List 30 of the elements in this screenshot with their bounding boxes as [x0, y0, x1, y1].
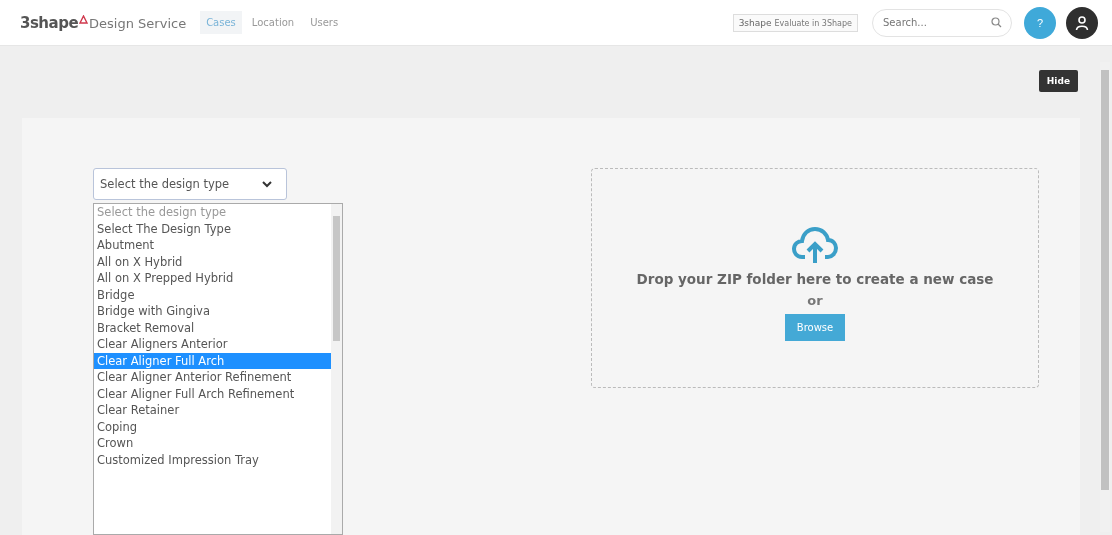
hide-tooltip[interactable]: Hide — [1038, 70, 1078, 92]
logo: 3shape — [20, 13, 79, 32]
dropdown-option[interactable]: Abutment — [94, 237, 331, 254]
chevron-down-icon — [262, 180, 272, 188]
search-icon — [991, 16, 1002, 28]
search-field[interactable]: Search... — [872, 8, 1012, 37]
dropdown-option[interactable]: Clear Aligners Anterior — [94, 336, 331, 353]
drop-zone[interactable]: Drop your ZIP folder here to create a new case or Browse — [591, 168, 1039, 388]
dropdown-option[interactable]: Customized Impression Tray — [94, 451, 331, 468]
scrollbar[interactable] — [331, 204, 342, 534]
user-icon — [1075, 14, 1089, 31]
dropdown-option[interactable]: Bridge — [94, 286, 331, 303]
cloud-upload-icon — [791, 225, 839, 265]
dropdown-option[interactable]: Clear Retainer — [94, 402, 331, 419]
dropdown-option[interactable]: Bridge with Gingiva — [94, 303, 331, 320]
logo-mark-icon — [79, 14, 89, 24]
dropdown-option[interactable]: All on X Hybrid — [94, 253, 331, 270]
dropdown-option[interactable]: Coping — [94, 418, 331, 435]
dropdown-option[interactable]: Clear Aligner Full Arch Refinement — [94, 385, 331, 402]
dropdown-option[interactable]: Select The Design Type — [94, 220, 331, 237]
evaluate-button[interactable]: 3shape Evaluate in 3Shape — [732, 13, 858, 32]
drop-instruction: Drop your ZIP folder here to create a new case — [636, 271, 994, 287]
dropdown-option[interactable]: All on X Prepped Hybrid — [94, 270, 331, 287]
product-name: Design Service — [89, 15, 187, 31]
design-type-select[interactable]: Select the design type — [93, 168, 287, 200]
dropdown-option[interactable]: Bracket Removal — [94, 319, 331, 336]
dropdown-option[interactable]: Clear Aligner Anterior Refinement — [94, 369, 331, 386]
or-label: or — [807, 293, 823, 308]
user-avatar-button[interactable] — [1066, 6, 1098, 39]
dropdown-option[interactable]: Crown — [94, 435, 331, 452]
